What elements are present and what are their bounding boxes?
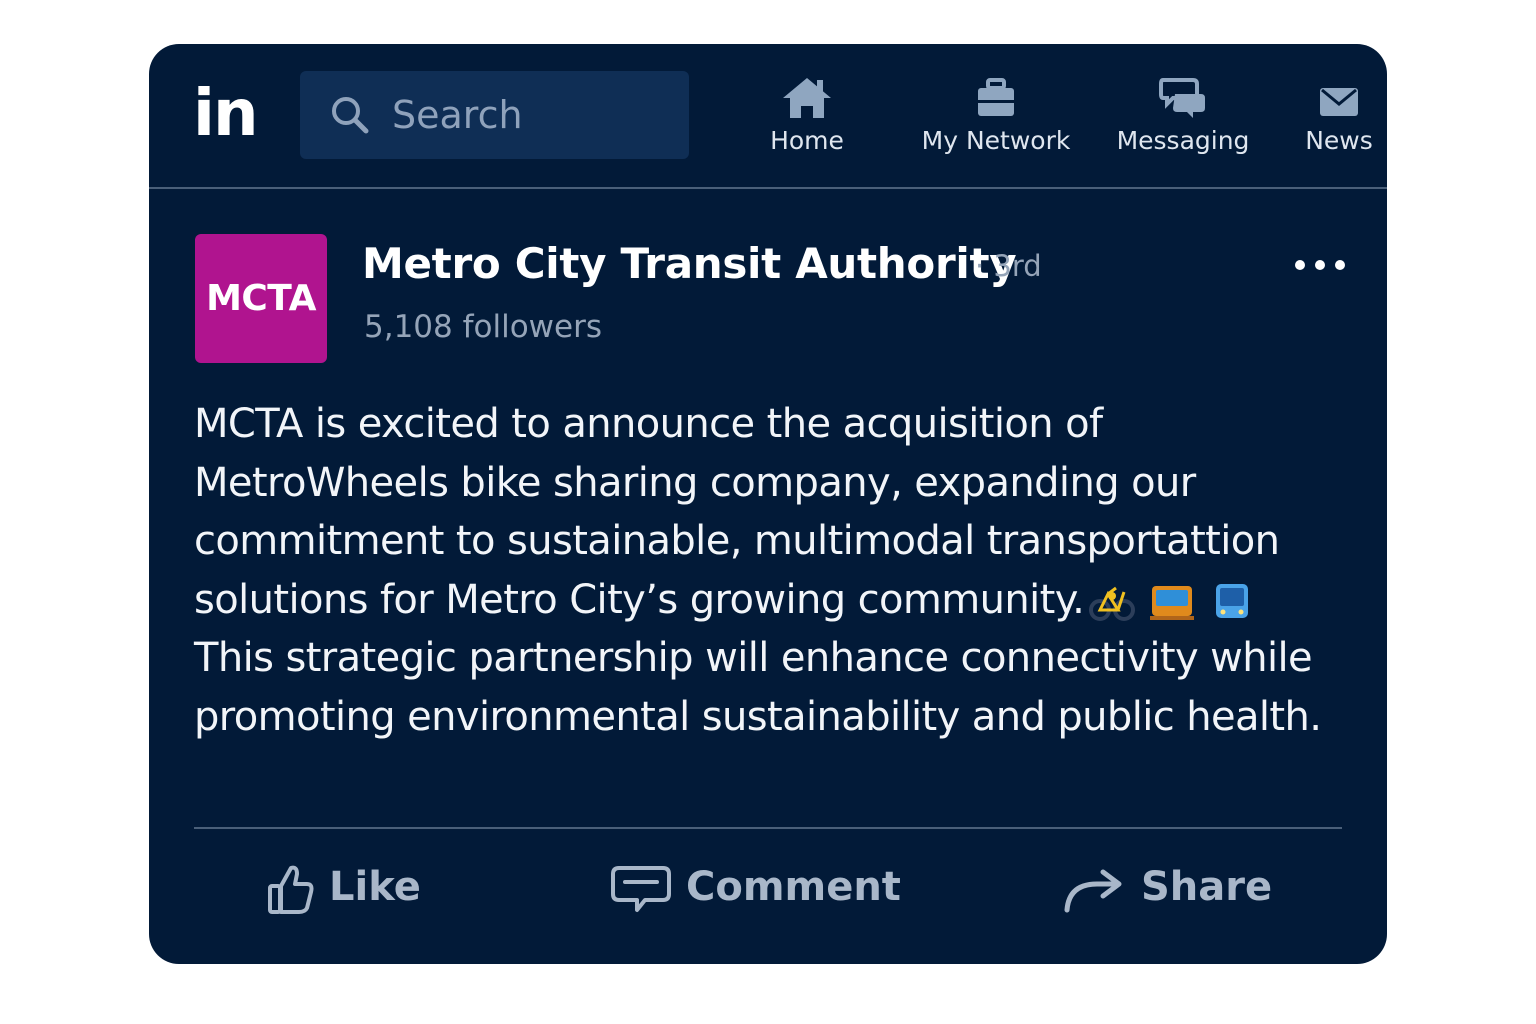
nav-item-label: My Network [921,126,1071,155]
action-divider [194,827,1342,829]
bicycle-emoji [1089,586,1136,621]
post-header: MCTA Metro City Transit Authority · 3rd … [149,189,1387,369]
post-line: solutions for Metro City’s growing commu… [194,571,1354,630]
chat-icon [1159,78,1205,118]
comment-icon [611,866,671,912]
nav-item-home[interactable]: Home [762,76,852,176]
linkedin-logo[interactable]: in [193,74,258,154]
post-body: MCTA is excited to announce the acquisit… [194,395,1354,747]
post-line: This strategic partnership will enhance … [194,635,1313,682]
post-line: promoting environmental sustainability a… [194,693,1322,740]
nav-item-my-network[interactable]: My Network [920,76,1072,176]
nav-item-news[interactable]: News [1304,76,1374,176]
more-options-icon[interactable] [1292,253,1348,277]
post-card: in Home My Network [149,44,1387,964]
envelope-icon [1320,88,1358,116]
comment-button[interactable]: Comment [611,854,901,924]
nav-item-label: News [1305,126,1373,155]
bus-emoji [1216,583,1249,618]
company-avatar[interactable]: MCTA [195,234,327,363]
comment-label: Comment [686,864,901,910]
search-icon [332,97,369,134]
connection-degree: · 3rd [975,249,1042,283]
company-name[interactable]: Metro City Transit Authority [362,239,1017,288]
top-navigation-bar: in Home My Network [149,44,1387,189]
search-box[interactable] [300,71,689,159]
thumbs-up-icon [268,865,314,914]
nav-item-label: Home [770,126,844,155]
share-arrow-icon [1064,869,1122,913]
share-label: Share [1141,864,1273,910]
tram-emoji [1150,585,1195,620]
briefcase-icon [978,78,1014,116]
post-line: MetroWheels bike sharing company, expand… [194,459,1196,506]
search-input[interactable] [392,91,672,139]
share-button[interactable]: Share [1063,854,1272,924]
nav-item-messaging[interactable]: Messaging [1116,76,1250,176]
post-line: commitment to sustainable, multimodal tr… [194,518,1280,565]
post-line-text: solutions for Metro City’s growing commu… [194,576,1085,623]
follower-count: 5,108 followers [364,309,602,345]
like-label: Like [329,864,421,910]
post-line: MCTA is excited to announce the acquisit… [194,401,1103,447]
home-icon [783,78,831,118]
nav-item-label: Messaging [1116,126,1250,155]
like-button[interactable]: Like [267,854,427,924]
